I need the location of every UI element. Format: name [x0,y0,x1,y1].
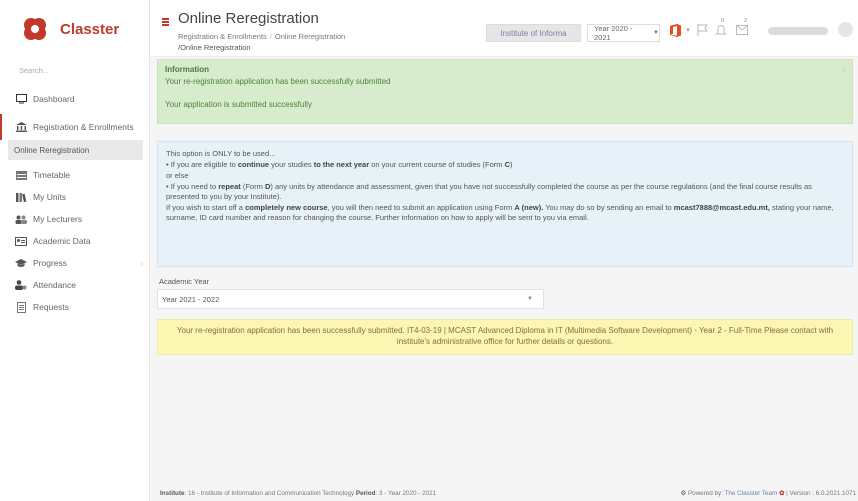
info-message-2: Your application is submitted successful… [165,100,312,109]
building-icon [14,122,28,133]
sidebar-item-my-units[interactable]: My Units [0,186,149,208]
footer-version: | Version : 6.0.2021.1071 [786,490,856,497]
sidebar-item-attendance[interactable]: Attendance [0,274,149,296]
year-select[interactable]: Year 2020 - 2021 ▼ [587,24,660,42]
notice-intro: This option is ONLY to be used... [166,149,276,158]
footer-info: Institute: 16 - Institute of Information… [160,490,436,497]
sidebar-item-label: My Units [33,192,67,202]
footer-team-link[interactable]: The Classter Team [725,490,778,497]
document-icon [14,301,28,313]
sidebar-item-label: My Lecturers [33,214,83,224]
menu-toggle-icon[interactable] [162,18,169,26]
caret-down-icon: ▼ [527,296,533,302]
monitor-icon [14,94,28,105]
sidebar-item-label: Progress [33,258,68,268]
user-clock-icon [14,280,28,291]
sidebar-item-label: Requests [33,302,69,312]
footer-period-value: : 3 - Year 2020 - 2021 [375,490,437,497]
info-title: Information [165,65,209,74]
footer-institute-value: : 16 - Institute of Information and Comm… [184,490,355,497]
flag-icon[interactable] [694,22,710,38]
sidebar-item-registration[interactable]: Registration & Enrollments [0,114,149,140]
page-title: Online Reregistration [178,10,319,27]
notice-continue: • If you are eligible to continue your s… [166,160,513,169]
mail-icon[interactable] [734,22,750,38]
footer-powered-label: Powered by: [687,490,725,497]
footer-institute-label: Institute [160,490,185,497]
footer-period-label: Period [355,490,376,497]
message-count: 2 [744,18,748,24]
breadcrumb: Registration & Enrollments / Online Reregi… [178,32,346,41]
sidebar: Classter Search... Dashboard Registratio… [0,0,150,501]
table-icon [14,170,28,181]
submission-status-alert: Your re-registration application has bee… [157,319,853,355]
user-name[interactable] [768,27,828,35]
breadcrumb-item[interactable]: Online Reregistration [275,32,345,41]
breadcrumb-current: /Online Reregistration [178,43,251,52]
top-header: Online Reregistration Registration & Enr… [150,0,858,57]
sidebar-item-label: Registration & Enrollments [33,122,134,132]
year-select-value: Year 2020 - 2021 [594,24,633,42]
information-alert: Information Your re-registration applica… [157,59,853,124]
search-input[interactable]: Search... [0,58,149,88]
academic-year-select[interactable]: Year 2021 - 2022 ▼ [157,289,544,309]
users-icon [14,214,28,225]
sidebar-item-label: Dashboard [33,94,75,104]
sidebar-item-label: Timetable [33,170,71,180]
logo[interactable]: Classter [0,0,149,58]
sidebar-subitem-online-reregistration[interactable]: Online Reregistration [8,140,143,160]
app-name: Classter [60,20,120,38]
academic-year-label: Academic Year [159,277,210,286]
footer: Institute: 16 - Institute of Information… [150,487,858,501]
classter-logo-icon [24,18,46,40]
caret-down-icon: ▼ [653,30,659,36]
institute-button[interactable]: Institute of Informa [486,24,581,42]
notice-new-course: If you wish to start off a completely ne… [166,203,834,222]
sidebar-item-timetable[interactable]: Timetable [0,164,149,186]
sidebar-item-label: Academic Data [33,236,91,246]
breadcrumb-current-label: Online Reregistration [180,43,251,52]
notice-repeat: • If you need to repeat (Form D) any uni… [166,182,812,201]
books-icon [14,192,28,203]
avatar[interactable] [838,22,853,37]
sidebar-item-academic-data[interactable]: Academic Data [0,230,149,252]
close-icon[interactable]: × [841,66,846,75]
breadcrumb-item[interactable]: Registration & Enrollments [178,32,267,41]
chevron-left-icon: ‹ [140,258,143,268]
eligibility-notice: This option is ONLY to be used... • If y… [157,141,853,267]
id-card-icon [14,236,28,247]
notification-count: 0 [721,18,725,24]
footer-powered: ⚙ Powered by: The Classter Team ✿ | Vers… [681,490,856,497]
bell-icon[interactable] [713,22,729,38]
sidebar-item-my-lecturers[interactable]: My Lecturers [0,208,149,230]
notice-or-else: or else [166,171,189,180]
gear-icon: ⚙ [680,490,687,497]
sidebar-item-progress[interactable]: Progress ‹ [0,252,149,274]
classter-logo-icon: ✿ [779,490,785,497]
academic-year-value: Year 2021 - 2022 [162,295,220,304]
sidebar-item-label: Attendance [33,280,77,290]
graduation-cap-icon [14,258,28,269]
sidebar-item-requests[interactable]: Requests [0,296,149,318]
sidebar-item-dashboard[interactable]: Dashboard [0,88,149,110]
main-content: Information Your re-registration applica… [150,57,858,501]
info-message-1: Your re-registration application has bee… [165,77,391,86]
